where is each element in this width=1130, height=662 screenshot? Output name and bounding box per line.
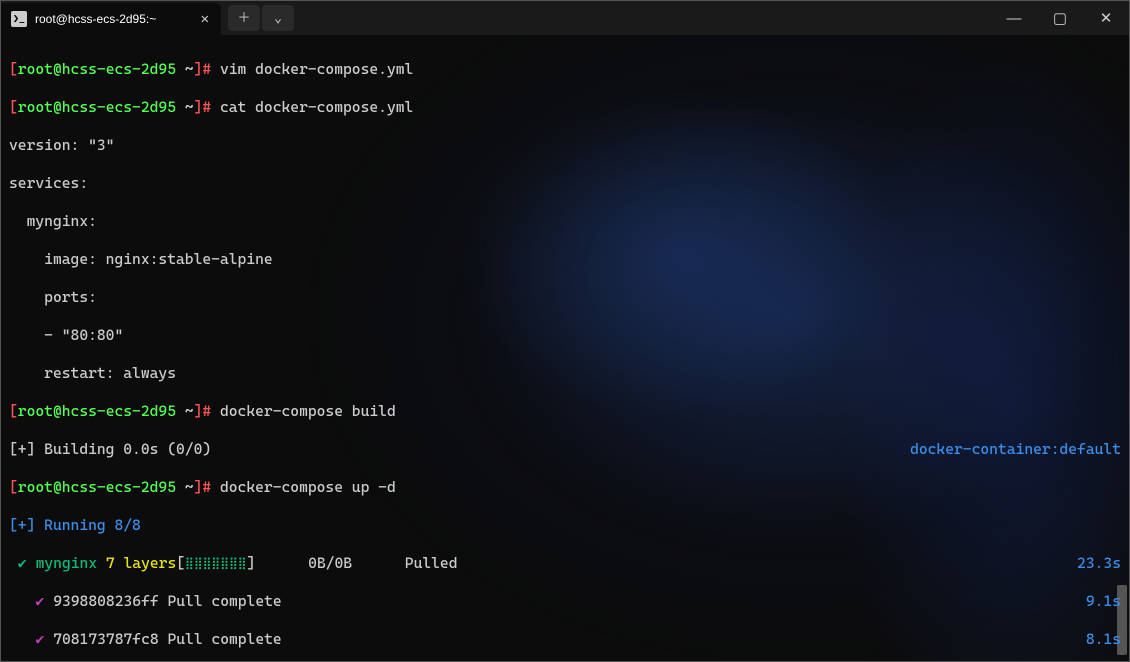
pull-summary-line: ✔ mynginx 7 layers[⣿⣿⣿⣿⣿⣿⣿] 0B/0B Pulled… — [9, 554, 1121, 573]
yaml-line: version: "3" — [9, 136, 1121, 155]
tab-dropdown-button[interactable]: ⌄ — [262, 5, 294, 31]
yaml-line: image: nginx:stable-alpine — [9, 250, 1121, 269]
yaml-line: restart: always — [9, 364, 1121, 383]
new-tab-button[interactable]: ＋ — [228, 5, 260, 31]
command-up: docker-compose up -d — [211, 478, 396, 496]
yaml-line: - "80:80" — [9, 326, 1121, 345]
command-cat: cat docker-compose.yml — [211, 98, 413, 116]
terminal-window: ❯_ root@hcss-ecs-2d95:~ ✕ ＋ ⌄ — ▢ ✕ [roo… — [0, 0, 1130, 662]
yaml-line: services: — [9, 174, 1121, 193]
terminal-icon: ❯_ — [11, 11, 27, 27]
tab-actions: ＋ ⌄ — [227, 1, 295, 35]
terminal-body[interactable]: [root@hcss-ecs-2d95 ~]# vim docker-compo… — [1, 35, 1129, 661]
pull-layer-line: ✔ 708173787fc8 Pull complete8.1s — [9, 630, 1121, 649]
close-window-button[interactable]: ✕ — [1083, 1, 1129, 35]
prompt-line: [root@hcss-ecs-2d95 ~]# cat docker-compo… — [9, 98, 1121, 117]
pull-layer-line: ✔ 9398808236ff Pull complete9.1s — [9, 592, 1121, 611]
command-build: docker-compose build — [211, 402, 396, 420]
window-controls: — ▢ ✕ — [991, 1, 1129, 35]
titlebar: ❯_ root@hcss-ecs-2d95:~ ✕ ＋ ⌄ — ▢ ✕ — [1, 1, 1129, 35]
close-tab-button[interactable]: ✕ — [197, 10, 213, 29]
running-header: [+] Running 8/8 — [9, 516, 1121, 535]
maximize-button[interactable]: ▢ — [1037, 1, 1083, 35]
command-vim: vim docker-compose.yml — [211, 60, 413, 78]
yaml-line: ports: — [9, 288, 1121, 307]
minimize-button[interactable]: — — [991, 1, 1037, 35]
titlebar-drag-area[interactable] — [295, 1, 991, 35]
terminal-output: [root@hcss-ecs-2d95 ~]# vim docker-compo… — [9, 41, 1121, 661]
tab-title: root@hcss-ecs-2d95:~ — [35, 10, 189, 29]
prompt-line: [root@hcss-ecs-2d95 ~]# docker-compose b… — [9, 402, 1121, 421]
build-output: [+] Building 0.0s (0/0)docker-container:… — [9, 440, 1121, 459]
prompt-line: [root@hcss-ecs-2d95 ~]# docker-compose u… — [9, 478, 1121, 497]
prompt-line: [root@hcss-ecs-2d95 ~]# vim docker-compo… — [9, 60, 1121, 79]
yaml-line: mynginx: — [9, 212, 1121, 231]
active-tab[interactable]: ❯_ root@hcss-ecs-2d95:~ ✕ — [1, 3, 221, 35]
